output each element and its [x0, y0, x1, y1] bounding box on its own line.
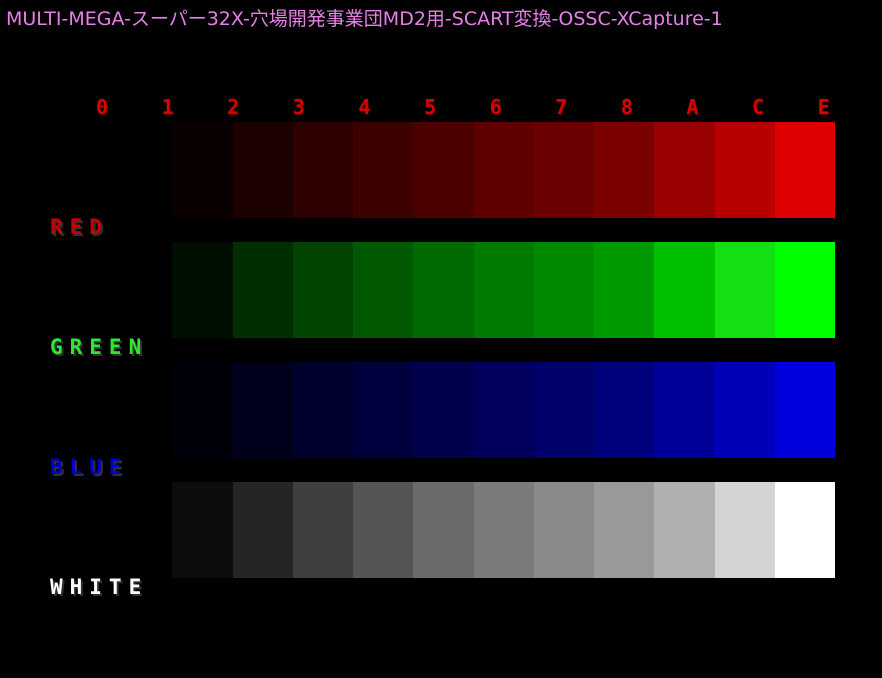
color-swatch: [413, 122, 474, 218]
color-swatch: [172, 482, 233, 578]
red-channel-label: RED: [50, 215, 109, 239]
color-swatch: [654, 362, 715, 458]
color-swatch: [292, 122, 353, 218]
color-swatch: [353, 242, 414, 338]
color-swatch: [654, 122, 715, 218]
color-swatch: [413, 362, 474, 458]
color-swatch: [353, 122, 414, 218]
white-gradient-band: [112, 482, 835, 578]
color-swatch: [654, 242, 715, 338]
color-swatch: [533, 482, 594, 578]
color-swatch: [292, 242, 353, 338]
hex-level-label: 0: [95, 95, 109, 119]
hex-level-label: A: [686, 95, 699, 119]
red-gradient-band: [112, 122, 835, 218]
color-swatch: [533, 122, 594, 218]
color-swatch: [232, 482, 293, 578]
color-swatch: [473, 122, 534, 218]
color-swatch: [112, 362, 173, 458]
color-swatch: [594, 122, 655, 218]
color-swatch: [774, 362, 835, 458]
color-swatch: [413, 482, 474, 578]
hex-level-label: 4: [358, 95, 371, 119]
color-swatch: [594, 482, 655, 578]
color-swatch: [172, 362, 233, 458]
color-swatch: [473, 362, 534, 458]
green-gradient-band: [112, 242, 835, 338]
color-swatch: [714, 122, 775, 218]
color-swatch: [473, 482, 534, 578]
hex-level-label: E: [817, 95, 830, 119]
hex-level-label: 5: [423, 95, 437, 119]
color-swatch: [714, 362, 775, 458]
blue-channel-label: BLUE: [50, 455, 129, 479]
color-swatch: [172, 242, 233, 338]
hex-level-label: 6: [489, 95, 502, 119]
hex-level-label: 1: [161, 95, 174, 119]
color-swatch: [292, 362, 353, 458]
hex-level-labels: 0 1 2 3 4 5 6 7 8 A C E: [68, 95, 858, 119]
green-channel-label: GREEN: [50, 335, 149, 359]
hex-level-label: C: [751, 95, 765, 119]
color-swatch: [473, 242, 534, 338]
color-swatch: [292, 482, 353, 578]
color-swatch: [774, 122, 835, 218]
hex-level-label: 8: [620, 95, 633, 119]
color-swatch: [594, 242, 655, 338]
hex-level-label: 3: [292, 95, 305, 119]
color-swatch: [533, 242, 594, 338]
color-swatch: [654, 482, 715, 578]
color-swatch: [172, 122, 233, 218]
color-swatch: [112, 242, 173, 338]
color-swatch: [353, 362, 414, 458]
color-swatch: [774, 242, 835, 338]
color-swatch: [413, 242, 474, 338]
window-caption: MULTI-MEGA-スーパー32X-穴場開発事業団MD2用-SCART変換-O…: [6, 8, 723, 30]
color-swatch: [112, 482, 173, 578]
color-swatch: [533, 362, 594, 458]
color-swatch: [232, 362, 293, 458]
color-swatch: [232, 242, 293, 338]
color-swatch: [112, 122, 173, 218]
white-channel-label: WHITE: [50, 575, 149, 599]
color-swatch: [714, 242, 775, 338]
color-swatch: [353, 482, 414, 578]
color-swatch: [232, 122, 293, 218]
color-swatch: [774, 482, 835, 578]
color-swatch: [594, 362, 655, 458]
blue-gradient-band: [112, 362, 835, 458]
hex-level-label: 7: [555, 95, 568, 119]
color-swatch: [714, 482, 775, 578]
hex-level-label: 2: [227, 95, 240, 119]
